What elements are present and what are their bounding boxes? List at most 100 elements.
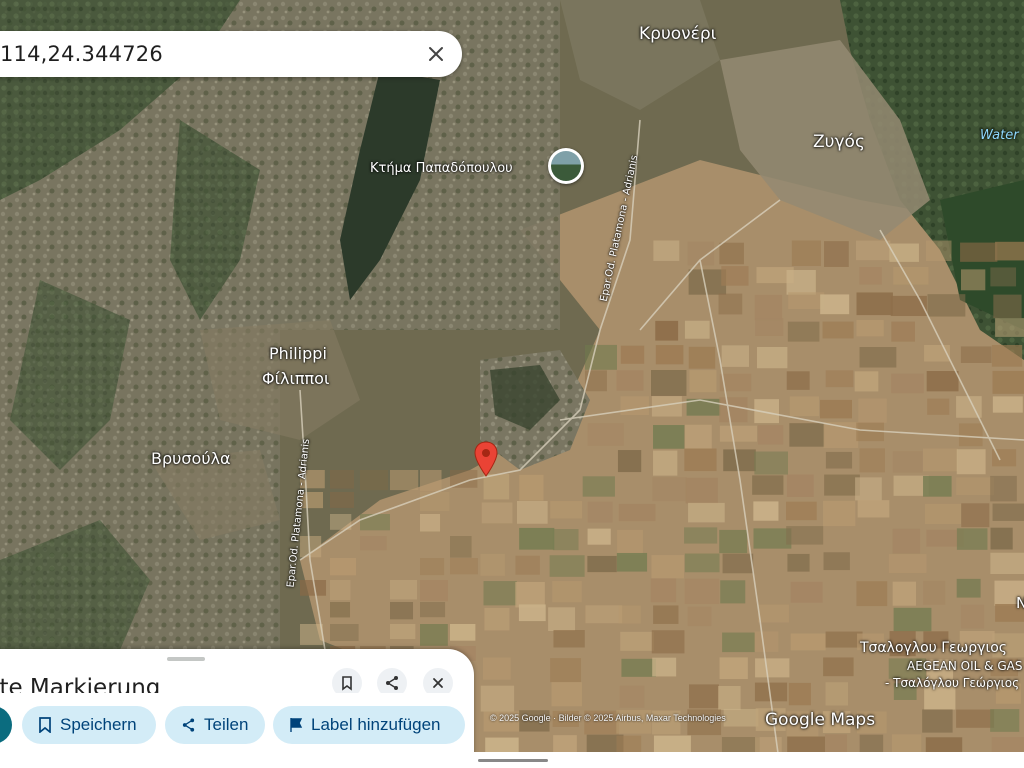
place-label-krioneri[interactable]: Κρυονέρι — [639, 24, 716, 44]
business-label-name[interactable]: Τσαλογλου Γεωργιος — [860, 640, 1007, 656]
field-parcel — [587, 423, 624, 446]
field-parcel — [650, 578, 677, 603]
field-parcel — [890, 295, 927, 317]
search-bar[interactable]: 114,24.344726 — [0, 31, 462, 77]
field-parcel — [390, 580, 418, 600]
field-parcel — [924, 503, 962, 525]
field-parcel — [855, 240, 891, 261]
place-label-philippi[interactable]: Philippi — [269, 344, 327, 363]
field-parcel — [685, 477, 718, 504]
close-icon[interactable] — [424, 42, 448, 66]
edge-label: N — [1016, 594, 1024, 612]
field-parcel — [788, 292, 825, 310]
field-parcel — [960, 242, 998, 262]
field-parcel — [688, 269, 727, 295]
field-parcel — [756, 346, 788, 369]
field-parcel — [859, 734, 884, 753]
field-parcel — [330, 492, 354, 508]
place-bottom-sheet[interactable]: rte Markierung Speichern Teilen Label hi… — [0, 649, 474, 768]
field-parcel — [684, 527, 718, 544]
field-parcel — [719, 425, 758, 442]
close-icon — [433, 678, 443, 688]
place-label-vrysoula[interactable]: Βρυσούλα — [151, 449, 231, 468]
field-parcel — [584, 344, 617, 370]
field-parcel — [790, 581, 823, 603]
field-parcel — [689, 684, 719, 709]
field-parcel — [617, 450, 642, 473]
field-parcel — [995, 241, 1024, 261]
field-parcel — [893, 266, 929, 285]
place-label-zygos[interactable]: Ζυγός — [813, 132, 865, 152]
field-parcel — [450, 624, 476, 641]
field-parcel — [584, 370, 607, 392]
field-parcel — [891, 373, 924, 394]
field-parcel — [549, 555, 585, 577]
field-parcel — [300, 536, 322, 558]
field-parcel — [755, 658, 790, 678]
field-parcel — [617, 529, 643, 555]
field-parcel — [481, 502, 513, 524]
field-parcel — [859, 347, 897, 368]
field-parcel — [960, 604, 985, 629]
map-attribution: © 2025 Google · Bilder © 2025 Airbus, Ma… — [490, 713, 726, 723]
field-parcel — [823, 657, 854, 677]
field-parcel — [992, 396, 1023, 413]
field-parcel — [548, 607, 576, 631]
place-label-filippoi[interactable]: Φίλιπποι — [262, 369, 329, 388]
field-parcel — [619, 685, 645, 708]
field-parcel — [960, 346, 992, 363]
field-parcel — [420, 580, 448, 602]
directions-chip[interactable] — [0, 706, 12, 744]
field-parcel — [757, 425, 784, 445]
field-parcel — [552, 581, 582, 603]
poi-label[interactable]: Κτήμα Παπαδόπουλου — [370, 161, 513, 176]
field-parcel — [652, 657, 677, 677]
field-parcel — [990, 709, 1020, 732]
field-parcel — [927, 398, 950, 415]
search-input[interactable]: 114,24.344726 — [0, 42, 163, 66]
poi-photo-icon[interactable] — [548, 148, 584, 184]
share-chip[interactable]: Teilen — [165, 706, 265, 744]
field-parcel — [330, 580, 351, 601]
field-parcel — [990, 552, 1024, 575]
field-parcel — [484, 607, 510, 631]
field-parcel — [923, 475, 952, 497]
field-parcel — [390, 602, 414, 620]
field-parcel — [958, 423, 983, 447]
share-icon — [182, 718, 195, 732]
field-parcel — [754, 631, 779, 652]
field-parcel — [653, 735, 691, 753]
nav-gesture-pill[interactable] — [478, 759, 548, 762]
business-label-line3: - Τσαλόγλου Γεώργιος — [885, 676, 1020, 690]
field-parcel — [516, 500, 548, 524]
field-parcel — [450, 558, 478, 575]
field-parcel — [652, 477, 687, 502]
bookmark-icon — [342, 676, 352, 691]
field-parcel — [892, 528, 921, 554]
field-parcel — [651, 555, 684, 579]
field-parcel — [720, 580, 746, 604]
field-parcel — [822, 321, 854, 339]
drag-handle[interactable] — [167, 657, 205, 661]
field-parcel — [753, 501, 779, 521]
field-parcel — [824, 241, 849, 267]
save-chip[interactable]: Speichern — [22, 706, 156, 744]
add-label-chip[interactable]: Label hinzufügen — [273, 706, 465, 744]
field-parcel — [993, 294, 1022, 319]
field-parcel — [891, 734, 922, 753]
field-parcel — [787, 553, 810, 572]
business-label-line2: AEGEAN OIL & GAS — [907, 659, 1023, 673]
location-pin-icon[interactable] — [474, 441, 498, 477]
field-parcel — [420, 602, 446, 618]
field-parcel — [480, 685, 515, 712]
field-parcel — [330, 624, 359, 642]
field-parcel — [823, 552, 850, 571]
field-parcel — [553, 630, 585, 648]
field-parcel — [515, 581, 545, 608]
field-parcel — [360, 470, 388, 491]
field-parcel — [721, 266, 749, 286]
place-label-water[interactable]: Water — [980, 128, 1019, 143]
field-parcel — [552, 529, 579, 551]
field-parcel — [825, 734, 848, 754]
field-parcel — [723, 708, 759, 727]
